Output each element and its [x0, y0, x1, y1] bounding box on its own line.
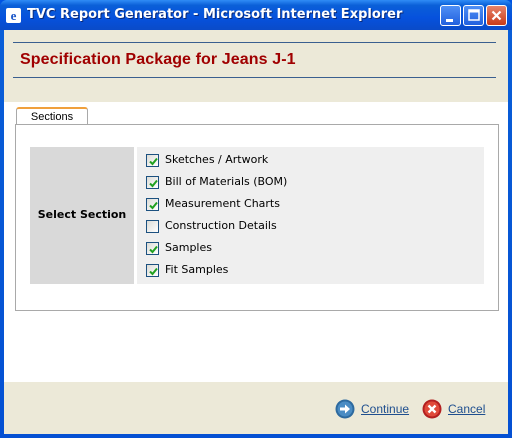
close-icon	[491, 10, 502, 21]
checkmark-icon	[149, 179, 158, 188]
option-label: Sketches / Artwork	[165, 153, 269, 166]
minimize-icon	[446, 19, 453, 22]
window-bottom-border	[0, 434, 512, 438]
option-label: Bill of Materials (BOM)	[165, 175, 288, 188]
checkbox[interactable]	[146, 264, 159, 277]
checkmark-icon	[149, 267, 158, 276]
title-bar[interactable]: e TVC Report Generator - Microsoft Inter…	[0, 0, 512, 30]
browser-content: Specification Package for Jeans J-1 Sect…	[4, 30, 508, 434]
close-button[interactable]	[486, 5, 507, 26]
checkmark-icon	[149, 245, 158, 254]
sections-panel: Select Section Sketches / Artwork Bill o…	[15, 124, 499, 311]
svg-text:e: e	[11, 8, 17, 23]
page-header: Specification Package for Jeans J-1	[4, 30, 508, 102]
maximize-icon	[468, 9, 480, 21]
header-rule-bottom	[13, 77, 496, 78]
select-section-label: Select Section	[37, 208, 127, 221]
minimize-button[interactable]	[440, 5, 461, 26]
option-label: Measurement Charts	[165, 197, 280, 210]
option-label: Fit Samples	[165, 263, 229, 276]
checkbox[interactable]	[146, 176, 159, 189]
tab-label: Sections	[30, 111, 74, 123]
cancel-x-icon	[422, 399, 442, 419]
action-footer: Continue Cancel	[4, 382, 508, 434]
checkbox[interactable]	[146, 220, 159, 233]
option-label: Construction Details	[165, 219, 277, 232]
maximize-button[interactable]	[463, 5, 484, 26]
select-section-label-cell: Select Section	[30, 147, 134, 284]
header-rule-top	[13, 42, 496, 43]
continue-label[interactable]: Continue	[361, 402, 409, 416]
section-options: Sketches / Artwork Bill of Materials (BO…	[137, 147, 484, 284]
option-label: Samples	[165, 241, 212, 254]
checkbox[interactable]	[146, 242, 159, 255]
checkbox[interactable]	[146, 198, 159, 211]
page-title: Specification Package for Jeans J-1	[20, 51, 296, 68]
continue-arrow-icon	[335, 399, 355, 419]
window-title: TVC Report Generator - Microsoft Interne…	[27, 7, 403, 22]
checkmark-icon	[149, 201, 158, 210]
internet-explorer-icon: e	[6, 8, 21, 23]
browser-window: e TVC Report Generator - Microsoft Inter…	[0, 0, 512, 438]
checkmark-icon	[149, 157, 158, 166]
cancel-label[interactable]: Cancel	[448, 402, 485, 416]
checkbox[interactable]	[146, 154, 159, 167]
